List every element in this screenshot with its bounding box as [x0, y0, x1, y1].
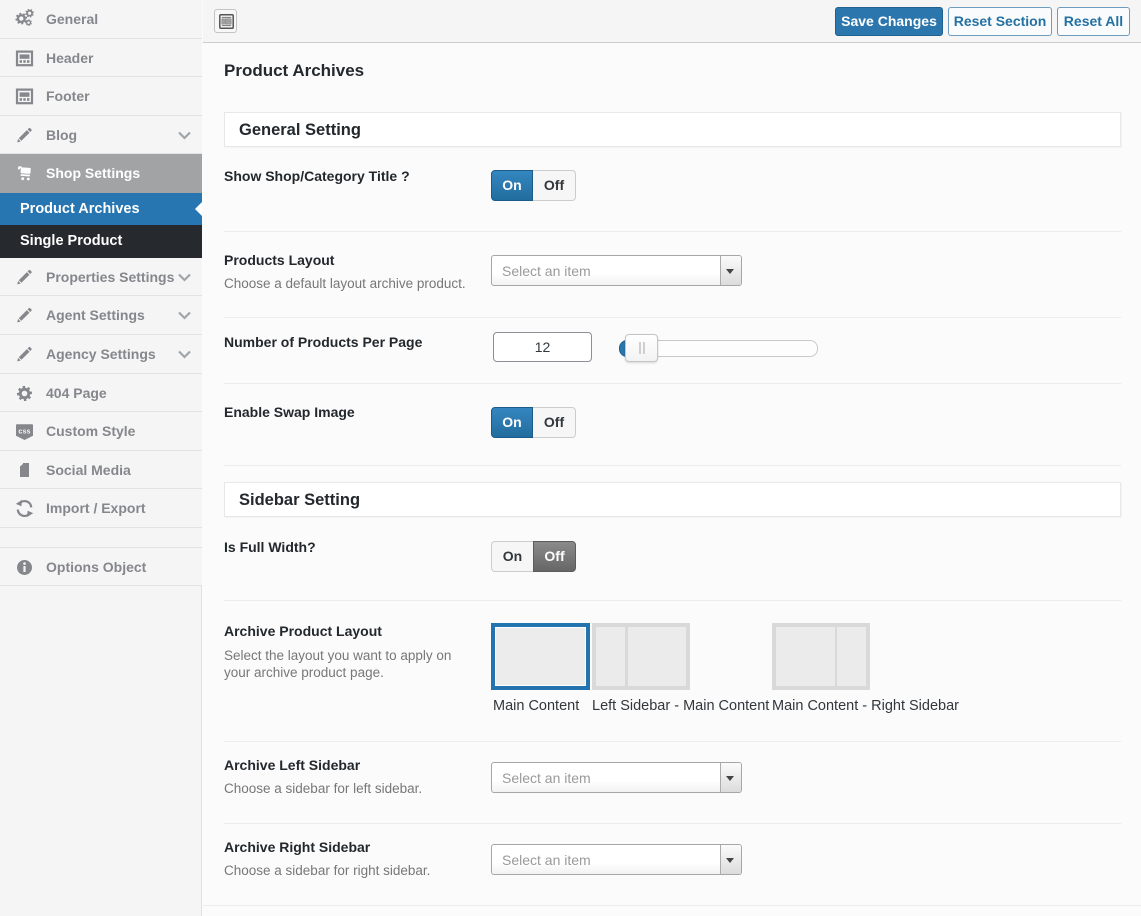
- svg-text:css: css: [18, 428, 30, 435]
